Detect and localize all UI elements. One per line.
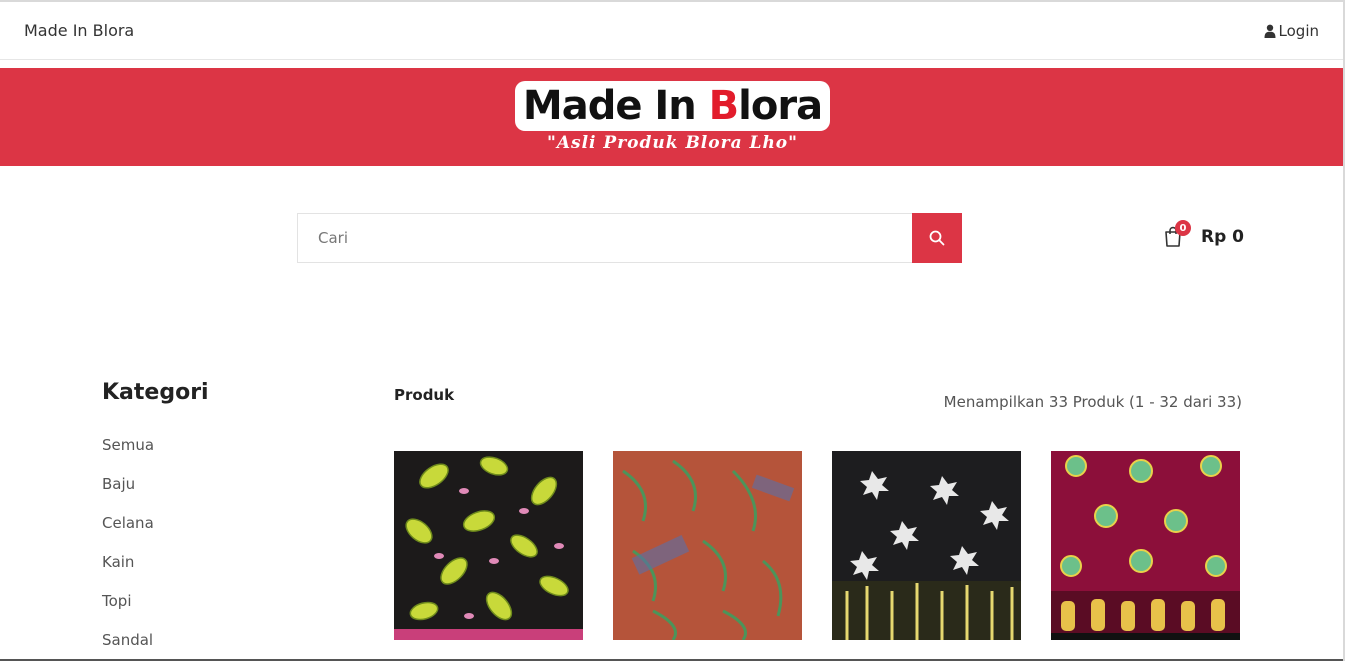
product-card[interactable] <box>1051 451 1240 640</box>
products-count: Menampilkan 33 Produk (1 - 32 dari 33) <box>943 393 1242 411</box>
top-navbar: Made In Blora Login <box>0 0 1345 60</box>
product-image <box>1051 451 1240 640</box>
cart-count-badge: 0 <box>1175 220 1191 236</box>
category-list: Semua Baju Celana Kain Topi Sandal <box>102 435 342 661</box>
search-icon <box>929 230 945 246</box>
cart-widget[interactable]: 0 Rp 0 <box>1163 220 1245 248</box>
login-label: Login <box>1278 21 1319 40</box>
products-title: Produk <box>394 386 455 404</box>
shopping-bag-icon: 0 <box>1163 220 1191 248</box>
product-card[interactable] <box>832 451 1021 640</box>
category-sidebar: Kategori Semua Baju Celana Kain Topi San… <box>102 380 342 661</box>
cart-total: Rp 0 <box>1201 227 1245 247</box>
category-item-celana[interactable]: Celana <box>102 513 342 552</box>
search-button[interactable] <box>912 213 962 263</box>
logo-tagline: "Asli Produk Blora Lho" <box>546 133 799 153</box>
logo-text-b: B <box>708 83 739 129</box>
products-header: Produk Menampilkan 33 Produk (1 - 32 dar… <box>394 386 1242 411</box>
search-input[interactable] <box>297 213 912 263</box>
sidebar-title: Kategori <box>102 380 209 405</box>
product-card[interactable] <box>394 451 583 640</box>
hero-banner: Made In Blora "Asli Produk Blora Lho" <box>0 68 1345 166</box>
product-card[interactable] <box>613 451 802 640</box>
user-icon <box>1264 24 1276 38</box>
brand-link[interactable]: Made In Blora <box>24 21 134 40</box>
category-item-semua[interactable]: Semua <box>102 435 342 474</box>
login-link[interactable]: Login <box>1264 22 1319 40</box>
category-item-sandal[interactable]: Sandal <box>102 630 342 661</box>
category-item-kain[interactable]: Kain <box>102 552 342 591</box>
logo-text-pre: Made In <box>522 83 709 129</box>
product-grid <box>394 451 1240 640</box>
logo-text-post: lora <box>738 83 823 129</box>
product-image <box>832 451 1021 640</box>
product-image <box>613 451 802 640</box>
search-bar <box>297 213 962 263</box>
site-logo[interactable]: Made In Blora <box>514 81 831 131</box>
category-item-baju[interactable]: Baju <box>102 474 342 513</box>
product-image <box>394 451 583 640</box>
category-item-topi[interactable]: Topi <box>102 591 342 630</box>
